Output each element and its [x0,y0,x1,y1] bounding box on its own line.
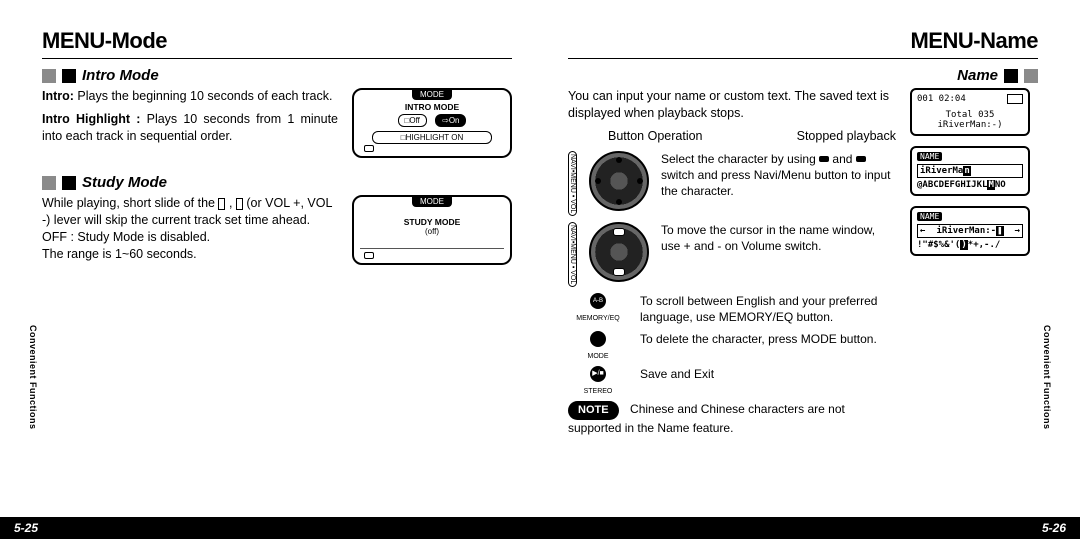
name-intro-text: You can input your name or custom text. … [568,88,896,122]
wheel-label-icon: NAVI•MENU • VOL [568,222,577,287]
divider [568,58,1038,59]
play-button-icon: ▶/■ [590,366,606,382]
step-move-cursor: To move the cursor in the name window, u… [661,222,896,254]
lcd-name-entry-2: NAME ←iRiverMan:-❚→ !"#$%&'()*+,-./ [910,206,1030,256]
lcd-playback: 001 02:04 Total 035 iRiverMan:-) [910,88,1030,136]
memory-eq-label: MEMORY/EQ [576,315,619,322]
page-footer-right: 5-26 [540,517,1080,539]
mode-label: MODE [588,353,609,360]
step-delete-char: To delete the character, press MODE butt… [640,331,896,347]
section-marker-icon [42,176,56,190]
page-title-right: MENU-Name [568,28,1038,54]
study-mode-text: While playing, short slide of the , (or … [42,195,338,265]
section-intro-mode: Intro Mode [42,67,512,84]
lcd-name-entry-1: NAME iRiverMan @ABCDEFGHIJKLMNO [910,146,1030,196]
mode-button-icon [590,331,606,347]
ab-button-icon: A-B [590,293,606,309]
section-marker-icon [1024,69,1038,83]
section-marker-icon [62,69,76,83]
section-marker-icon [1004,69,1018,83]
side-tab-right: Convenient Functions [1042,325,1052,432]
stereo-label: STEREO [584,388,613,395]
note-badge: NOTE [568,401,619,420]
section-name: Name [568,67,1038,84]
lcd-intro-mode: MODE INTRO MODE □Off ⇨On □HIGHLIGHT ON [352,88,512,158]
step-select-char: Select the character by using and switch… [661,151,896,200]
section-study-mode: Study Mode [42,174,512,191]
nav-wheel-icon [589,222,649,282]
wheel-label-icon: NAVI•MENU • VOL [568,151,577,216]
nav-wheel-icon [589,151,649,211]
page-title-left: MENU-Mode [42,28,512,54]
side-tab-left: Convenient Functions [28,325,38,432]
section-marker-icon [42,69,56,83]
section-marker-icon [62,176,76,190]
note-row: NOTE Chinese and Chinese characters are … [568,401,896,437]
lcd-study-mode: MODE STUDY MODE (off) [352,195,512,265]
intro-mode-text: Intro: Plays the beginning 10 seconds of… [42,88,338,158]
page-footer-left: 5-25 [0,517,540,539]
button-operation-label: Button Operation [608,128,703,145]
step-save-exit: Save and Exit [640,366,896,382]
step-scroll-lang: To scroll between English and your prefe… [640,293,896,325]
divider [42,58,512,59]
stopped-playback-label: Stopped playback [797,128,896,145]
